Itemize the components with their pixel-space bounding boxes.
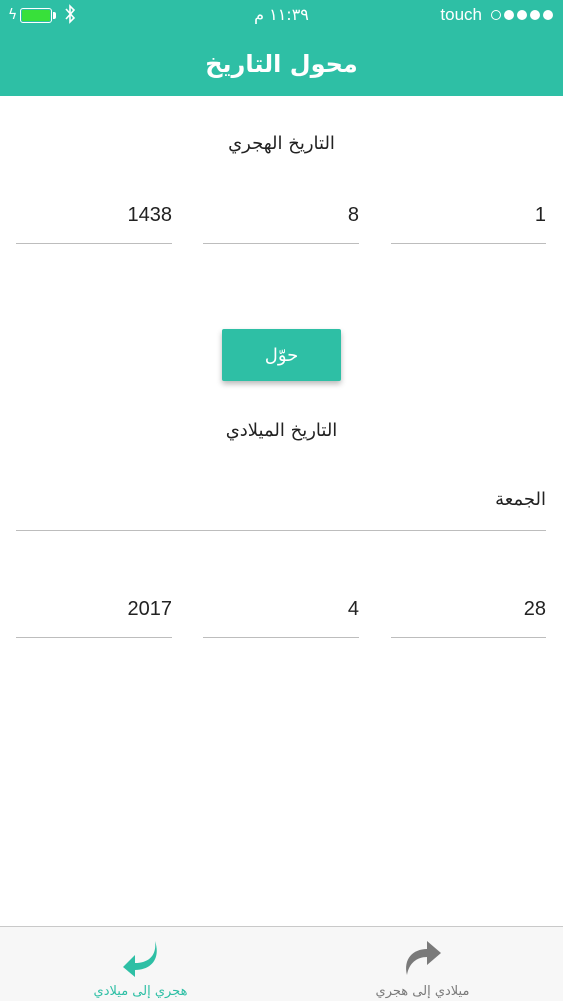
gregorian-section-title: التاريخ الميلادي xyxy=(225,420,338,441)
tab-hijri-to-gregorian[interactable]: هجري إلى ميلادي xyxy=(0,927,281,1001)
gregorian-month-input[interactable] xyxy=(203,598,359,621)
forward-arrow-icon xyxy=(405,941,441,975)
tab-bar: هجري إلى ميلادي ميلادي إلى هجري xyxy=(0,926,563,1001)
gregorian-day-input[interactable] xyxy=(391,598,546,621)
hijri-month-input[interactable] xyxy=(203,204,359,227)
gregorian-day-field[interactable] xyxy=(391,587,546,638)
weekday-value: الجمعة xyxy=(495,489,546,510)
hijri-day-input[interactable] xyxy=(391,204,546,227)
hijri-section-title: التاريخ الهجري xyxy=(228,133,335,154)
weekday-field: الجمعة xyxy=(16,478,546,531)
gregorian-month-field[interactable] xyxy=(203,587,359,638)
page-title: محول التاريخ xyxy=(205,50,358,78)
carrier-name: touch xyxy=(440,5,482,24)
tab-gregorian-to-hijri[interactable]: ميلادي إلى هجري xyxy=(282,927,563,1001)
return-arrow-icon xyxy=(122,941,157,977)
gregorian-year-input[interactable] xyxy=(16,598,172,621)
convert-button[interactable]: حوّل xyxy=(222,329,341,381)
status-bar: ϟ ١١:٣٩ م touch xyxy=(0,0,563,32)
app-header: ϟ ١١:٣٩ م touch محول التاريخ xyxy=(0,0,563,96)
hijri-month-field[interactable] xyxy=(203,193,359,244)
tab-label: هجري إلى ميلادي xyxy=(93,984,188,999)
hijri-day-field[interactable] xyxy=(391,193,546,244)
hijri-year-field[interactable] xyxy=(16,193,172,244)
tab-label: ميلادي إلى هجري xyxy=(375,984,470,999)
gregorian-year-field[interactable] xyxy=(16,587,172,638)
signal-dots-icon: touch xyxy=(440,5,553,25)
hijri-year-input[interactable] xyxy=(16,204,172,227)
